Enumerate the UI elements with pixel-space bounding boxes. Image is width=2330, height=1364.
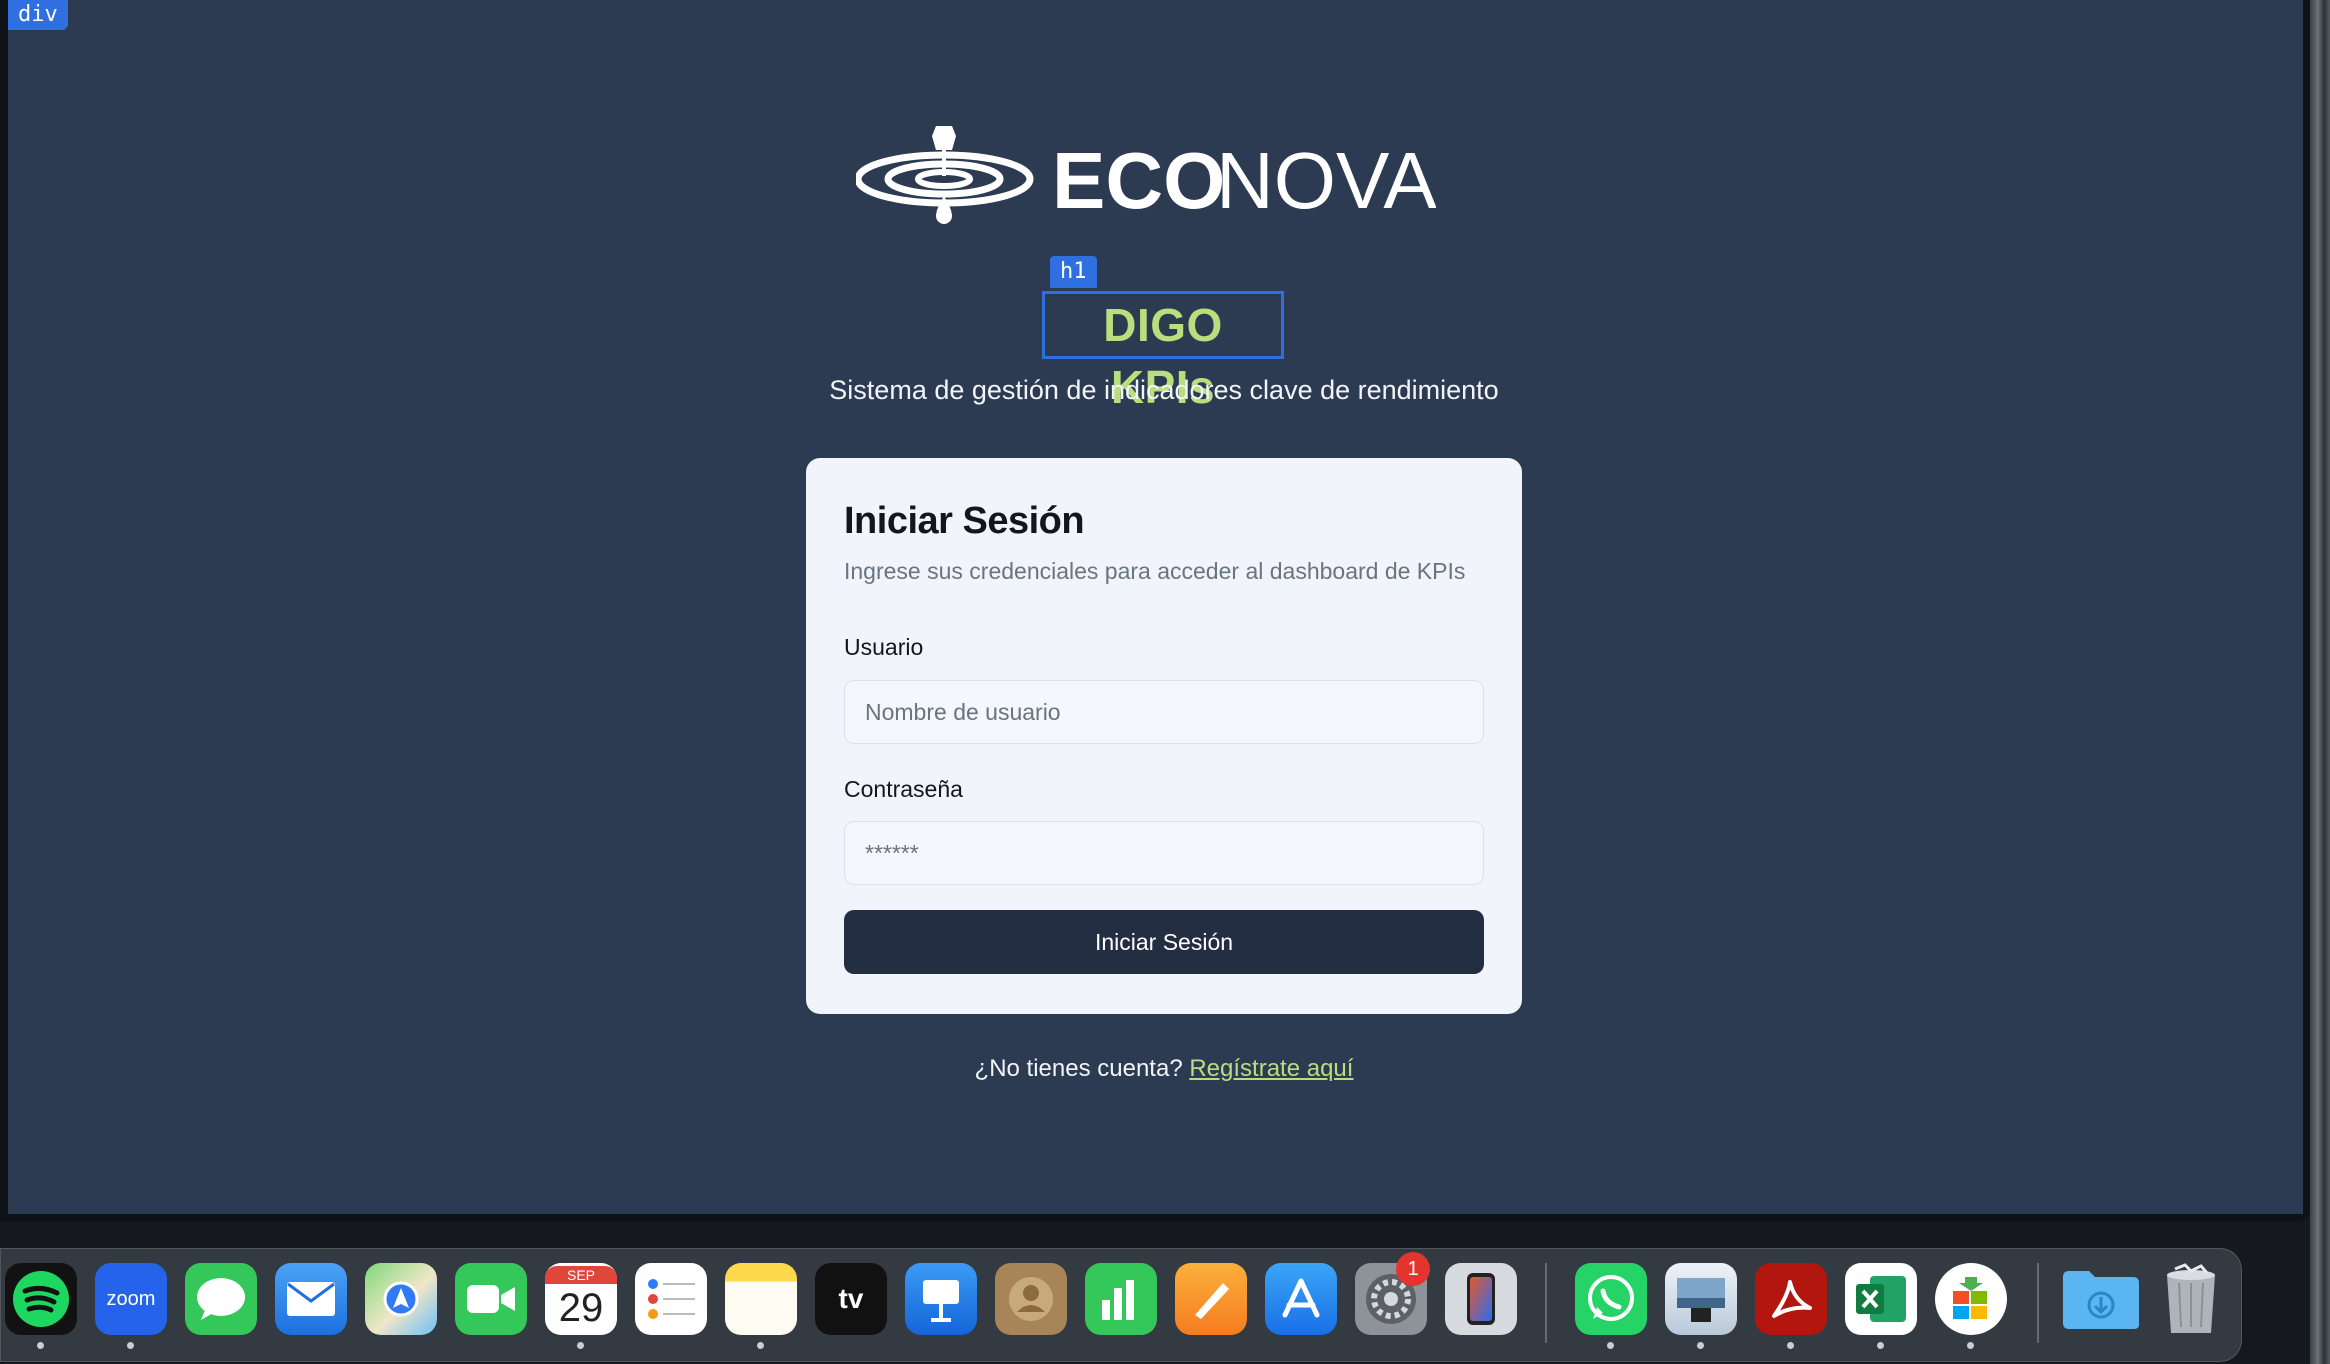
password-input[interactable] — [844, 821, 1484, 885]
acrobat-icon[interactable] — [1755, 1263, 1827, 1335]
register-prompt: ¿No tienes cuenta? Regístrate aquí — [708, 1052, 1620, 1086]
running-indicator — [127, 1342, 134, 1349]
running-indicator — [1787, 1342, 1794, 1349]
desktop-background — [2310, 0, 2330, 1364]
running-indicator — [1877, 1342, 1884, 1349]
downloads-folder-icon[interactable] — [2061, 1263, 2141, 1335]
trash-icon[interactable] — [2155, 1263, 2227, 1335]
username-input[interactable] — [844, 680, 1484, 744]
dock-separator — [1545, 1263, 1547, 1343]
keynote-icon[interactable] — [905, 1263, 977, 1335]
apple-tv-icon[interactable]: tv — [815, 1263, 887, 1335]
excel-icon[interactable] — [1845, 1263, 1917, 1335]
notification-badge: 1 — [1396, 1252, 1430, 1286]
contacts-icon[interactable] — [995, 1263, 1067, 1335]
spotify-icon[interactable] — [5, 1263, 77, 1335]
whatsapp-icon[interactable] — [1575, 1263, 1647, 1335]
running-indicator — [577, 1342, 584, 1349]
facetime-icon[interactable] — [455, 1263, 527, 1335]
register-link[interactable]: Regístrate aquí — [1189, 1055, 1353, 1082]
login-card: Iniciar Sesión Ingrese sus credenciales … — [806, 458, 1522, 1014]
preview-icon[interactable] — [1665, 1263, 1737, 1335]
logo-text-eco: ECO — [1052, 136, 1225, 225]
microsoft-installer-icon[interactable] — [1935, 1263, 2007, 1335]
page-content: div ECO NOVA h1 DIGO KPIs Sistema de ges… — [8, 0, 2303, 1214]
maps-icon[interactable] — [365, 1263, 437, 1335]
running-indicator — [1607, 1342, 1614, 1349]
messages-icon[interactable] — [185, 1263, 257, 1335]
calendar-day: 29 — [558, 1286, 604, 1330]
register-prompt-text: ¿No tienes cuenta? — [974, 1055, 1190, 1082]
numbers-icon[interactable] — [1085, 1263, 1157, 1335]
devtools-h1-label: h1 — [1050, 256, 1097, 288]
notes-icon[interactable] — [725, 1263, 797, 1335]
username-label: Usuario — [844, 634, 924, 660]
iphone-mirroring-icon[interactable] — [1445, 1263, 1517, 1335]
reminders-icon[interactable] — [635, 1263, 707, 1335]
running-indicator — [1697, 1342, 1704, 1349]
pages-icon[interactable] — [1175, 1263, 1247, 1335]
login-title: Iniciar Sesión — [844, 500, 1085, 542]
calendar-month: SEP — [545, 1266, 617, 1284]
mail-icon[interactable] — [275, 1263, 347, 1335]
dock-separator — [2037, 1263, 2039, 1343]
app-store-icon[interactable] — [1265, 1263, 1337, 1335]
browser-window: div ECO NOVA h1 DIGO KPIs Sistema de ges… — [0, 0, 2310, 1222]
calendar-icon[interactable]: SEP 29 — [545, 1263, 617, 1335]
password-label: Contraseña — [844, 776, 963, 802]
login-submit-button[interactable]: Iniciar Sesión — [844, 910, 1484, 974]
running-indicator — [757, 1342, 764, 1349]
logo-text-nova: NOVA — [1216, 136, 1436, 225]
running-indicator — [1967, 1342, 1974, 1349]
devtools-element-label: div — [8, 0, 68, 30]
page-title: DIGO KPIs — [1042, 291, 1284, 413]
running-indicator — [37, 1342, 44, 1349]
login-description: Ingrese sus credenciales para acceder al… — [844, 558, 1466, 584]
econova-logo: ECO NOVA — [856, 126, 1436, 225]
page-subtitle: Sistema de gestión de indicadores clave … — [829, 375, 1499, 405]
macos-dock: zoom SEP 29 tv — [0, 1248, 2242, 1362]
zoom-icon[interactable]: zoom — [95, 1263, 167, 1335]
